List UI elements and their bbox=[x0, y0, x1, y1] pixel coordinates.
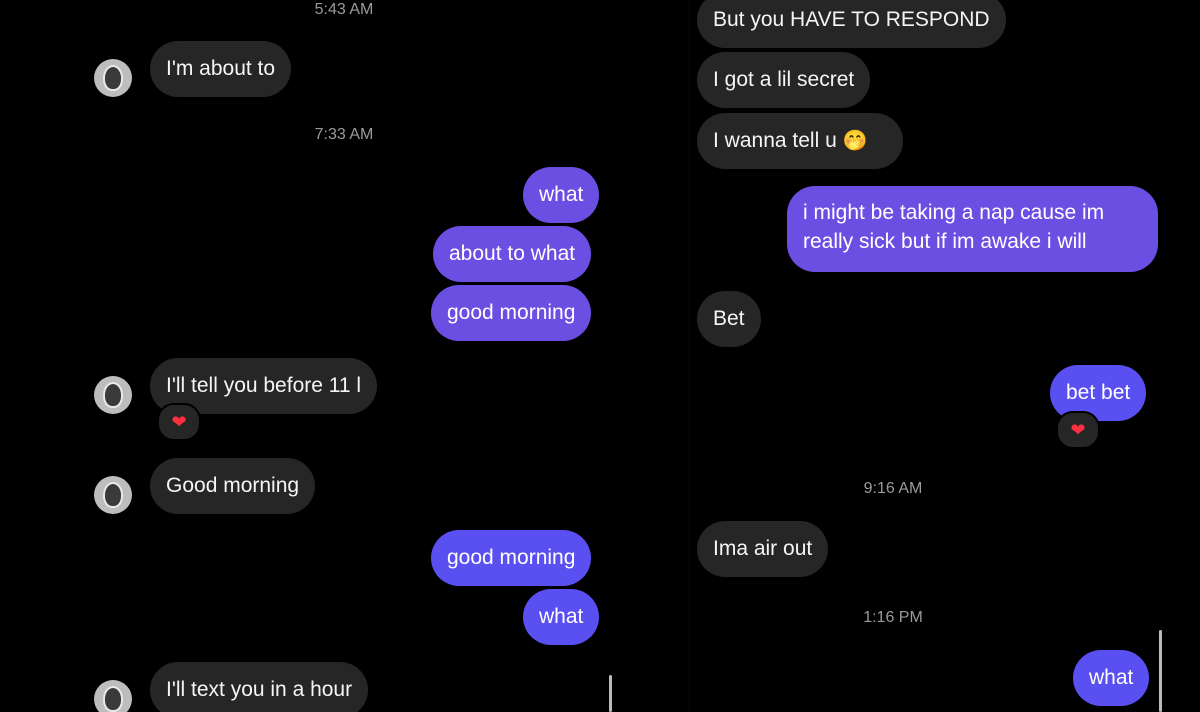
outgoing-message[interactable]: i might be taking a nap cause im really … bbox=[787, 186, 1158, 272]
incoming-message[interactable]: I wanna tell u 🤭 bbox=[697, 113, 903, 169]
contact-avatar[interactable] bbox=[94, 376, 132, 414]
hand-over-mouth-emoji-icon: 🤭 bbox=[842, 130, 868, 152]
incoming-message[interactable]: Good morning bbox=[150, 458, 316, 514]
avatar-silhouette-icon bbox=[103, 686, 123, 712]
timestamp: 1:16 PM bbox=[863, 609, 923, 626]
heart-reaction-icon[interactable]: ❤ bbox=[1056, 411, 1100, 449]
message-text: I wanna tell u bbox=[713, 129, 837, 152]
timestamp: 7:33 AM bbox=[314, 126, 374, 143]
outgoing-message[interactable]: good morning bbox=[431, 285, 592, 341]
incoming-message[interactable]: I'm about to bbox=[150, 41, 292, 97]
scrollbar[interactable] bbox=[609, 675, 612, 712]
incoming-message[interactable]: I'll text you in a hour bbox=[150, 662, 369, 712]
incoming-message[interactable]: Bet bbox=[697, 291, 761, 347]
timestamp: 9:16 AM bbox=[863, 480, 923, 497]
contact-avatar[interactable] bbox=[94, 59, 132, 97]
outgoing-message[interactable]: what bbox=[1073, 650, 1150, 706]
chat-thread-right: But you HAVE TO RESPOND I got a lil secr… bbox=[690, 0, 1200, 712]
chat-thread-left: 5:43 AM I'm about to 7:33 AM what about … bbox=[0, 0, 690, 712]
contact-avatar[interactable] bbox=[94, 680, 132, 712]
scrollbar[interactable] bbox=[1159, 630, 1162, 712]
timestamp: 5:43 AM bbox=[314, 1, 374, 18]
contact-avatar[interactable] bbox=[94, 476, 132, 514]
outgoing-message[interactable]: about to what bbox=[433, 226, 592, 282]
incoming-message[interactable]: But you HAVE TO RESPOND bbox=[697, 0, 1006, 48]
heart-reaction-icon[interactable]: ❤ bbox=[157, 403, 201, 441]
avatar-silhouette-icon bbox=[103, 65, 123, 91]
avatar-silhouette-icon bbox=[103, 382, 123, 408]
avatar-silhouette-icon bbox=[103, 482, 123, 508]
outgoing-message[interactable]: what bbox=[523, 589, 600, 645]
outgoing-message[interactable]: good morning bbox=[431, 530, 592, 586]
incoming-message[interactable]: Ima air out bbox=[697, 521, 829, 577]
outgoing-message[interactable]: what bbox=[523, 167, 600, 223]
incoming-message[interactable]: I got a lil secret bbox=[697, 52, 871, 108]
